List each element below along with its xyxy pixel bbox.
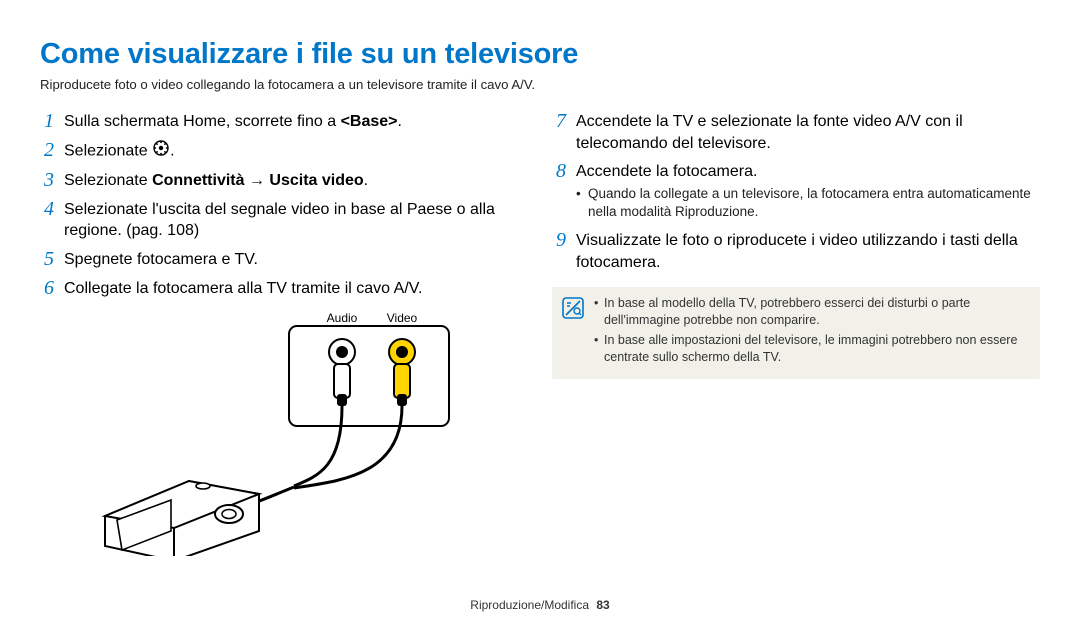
step-post: .: [170, 143, 174, 160]
step-8: 8 Accendete la fotocamera. Quando la col…: [552, 160, 1040, 223]
page-footer: Riproduzione/Modifica 83: [0, 598, 1080, 612]
step-post: .: [398, 113, 402, 130]
step-7: 7 Accendete la TV e selezionate la fonte…: [552, 110, 1040, 154]
step-bold: Connettività → Uscita video: [152, 172, 364, 189]
tv-icon: Audio Video: [289, 311, 449, 426]
step-pre: Sulla schermata Home, scorrete fino a: [64, 113, 341, 130]
connection-diagram: Audio Video: [40, 306, 528, 556]
footer-page-number: 83: [596, 598, 609, 612]
step-pre: Selezionate: [64, 172, 152, 189]
note-item: In base al modello della TV, potrebbero …: [594, 295, 1026, 329]
note-list: In base al modello della TV, potrebbero …: [594, 295, 1026, 369]
step-bold: <Base>: [341, 113, 398, 130]
step-text: Selezionate l'uscita del segnale video i…: [64, 198, 528, 242]
step-number: 3: [40, 169, 54, 192]
step-text: Selezionate .: [64, 139, 175, 163]
note-item: In base alle impostazioni del televisore…: [594, 332, 1026, 366]
step-text: Visualizzate le foto o riproducete i vid…: [576, 229, 1040, 273]
step-text: Collegate la fotocamera alla TV tramite …: [64, 277, 422, 300]
step-number: 2: [40, 139, 54, 162]
target-icon: [153, 140, 169, 163]
left-column: 1 Sulla schermata Home, scorrete fino a …: [40, 110, 528, 556]
step-4: 4 Selezionate l'uscita del segnale video…: [40, 198, 528, 242]
step-number: 5: [40, 248, 54, 271]
page-subtitle: Riproducete foto o video collegando la f…: [40, 77, 1040, 92]
video-label: Video: [387, 311, 418, 325]
right-column: 7 Accendete la TV e selezionate la fonte…: [552, 110, 1040, 556]
page-title: Come visualizzare i file su un televisor…: [40, 38, 1040, 71]
audio-label: Audio: [327, 311, 358, 325]
step-number: 7: [552, 110, 566, 133]
note-icon: [562, 297, 584, 324]
step-9: 9 Visualizzate le foto o riproducete i v…: [552, 229, 1040, 273]
step-number: 4: [40, 198, 54, 221]
step-number: 8: [552, 160, 566, 183]
step-post: .: [364, 172, 368, 189]
step-1: 1 Sulla schermata Home, scorrete fino a …: [40, 110, 528, 133]
step-pre: Accendete la fotocamera.: [576, 163, 757, 180]
content-columns: 1 Sulla schermata Home, scorrete fino a …: [40, 110, 1040, 556]
step-number: 9: [552, 229, 566, 252]
step-5: 5 Spegnete fotocamera e TV.: [40, 248, 528, 271]
step-text: Spegnete fotocamera e TV.: [64, 248, 258, 271]
step-number: 6: [40, 277, 54, 300]
footer-section: Riproduzione/Modifica: [470, 598, 589, 612]
step-bullet: Quando la collegate a un televisore, la …: [576, 185, 1040, 221]
step-pre: Selezionate: [64, 143, 152, 160]
step-text: Sulla schermata Home, scorrete fino a <B…: [64, 110, 402, 133]
note-box: In base al modello della TV, potrebbero …: [552, 287, 1040, 379]
step-text: Accendete la TV e selezionate la fonte v…: [576, 110, 1040, 154]
step-bullets: Quando la collegate a un televisore, la …: [576, 185, 1040, 221]
step-2: 2 Selezionate .: [40, 139, 528, 163]
step-text: Selezionate Connettività → Uscita video.: [64, 169, 368, 192]
step-text: Accendete la fotocamera. Quando la colle…: [576, 160, 1040, 223]
camera-icon: [105, 481, 259, 556]
step-6: 6 Collegate la fotocamera alla TV tramit…: [40, 277, 528, 300]
step-number: 1: [40, 110, 54, 133]
step-3: 3 Selezionate Connettività → Uscita vide…: [40, 169, 528, 192]
